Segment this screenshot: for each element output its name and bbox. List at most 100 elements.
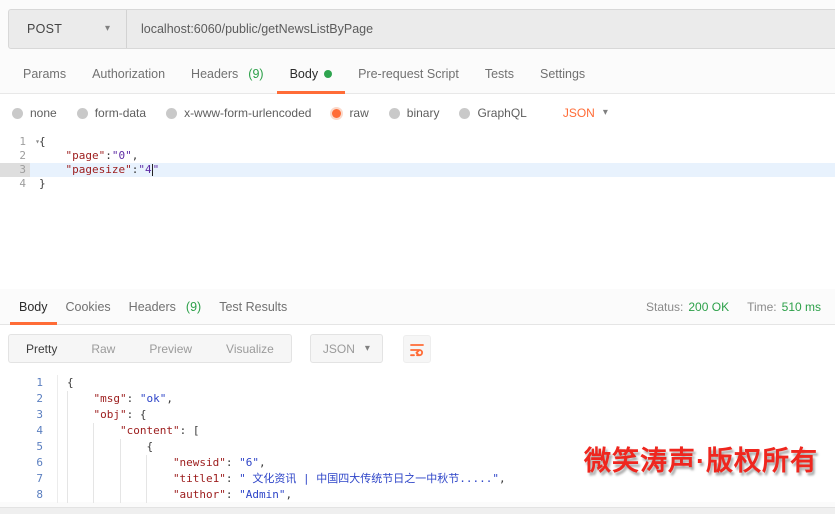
code-line[interactable]: 5{ <box>0 439 835 455</box>
code-token: " <box>152 163 160 176</box>
response-toolbar: Pretty Raw Preview Visualize JSON ▾ <box>0 325 835 372</box>
code-content: } <box>30 177 835 191</box>
headers-count: (9) <box>248 67 264 81</box>
indent-guide <box>146 455 172 471</box>
seg-label: Preview <box>149 341 193 356</box>
code-content: "title1": " 文化资讯 | 中国四大传统节日之一中秋节.....", <box>58 471 835 487</box>
code-token: "ok" <box>139 392 167 405</box>
tab-settings[interactable]: Settings <box>527 55 598 93</box>
code-token: "6" <box>239 456 260 469</box>
response-meta: Status: 200 OK Time: 510 ms <box>646 289 835 324</box>
code-line[interactable]: 6 "newsid": "6", <box>0 455 835 471</box>
code-content: { <box>30 135 835 149</box>
view-tab-raw[interactable]: Raw <box>74 335 132 362</box>
mode-none[interactable]: none <box>12 106 57 120</box>
method-dropdown[interactable]: POST ▾ <box>9 10 127 48</box>
radio-icon <box>12 107 23 119</box>
line-number: 6 <box>0 455 58 471</box>
code-line[interactable]: 4} <box>0 177 835 191</box>
mode-x-www-form-urlencoded[interactable]: x-www-form-urlencoded <box>166 106 311 120</box>
wrap-text-icon <box>410 343 424 356</box>
tab-tests[interactable]: Tests <box>472 55 527 93</box>
view-tab-visualize[interactable]: Visualize <box>209 335 291 362</box>
code-token: : <box>225 488 240 501</box>
code-content: "author": "Admin", <box>58 487 835 503</box>
chevron-down-icon: ▾ <box>364 342 370 354</box>
fold-arrow-icon[interactable]: ▾ <box>35 135 40 149</box>
response-tab-body[interactable]: Body <box>10 289 57 325</box>
code-content: { <box>58 439 835 455</box>
tab-pre-request-script[interactable]: Pre-request Script <box>345 55 472 93</box>
code-content: "newsid": "6", <box>58 455 835 471</box>
indent-guide <box>93 471 119 487</box>
response-tab-headers[interactable]: Headers (9) <box>120 289 211 324</box>
response-format-dropdown[interactable]: JSON ▾ <box>309 334 383 363</box>
time-value: 510 ms <box>781 299 821 314</box>
radio-selected-icon <box>332 108 342 118</box>
indent-guide <box>67 391 93 407</box>
code-line[interactable]: 2 "msg": "ok", <box>0 391 835 407</box>
url-input[interactable]: localhost:6060/public/getNewsListByPage <box>127 10 835 48</box>
mode-raw[interactable]: raw <box>331 106 369 120</box>
line-number: 3 <box>0 163 30 177</box>
mode-label: none <box>30 106 57 120</box>
code-token: : { <box>126 408 147 421</box>
code-token: , <box>259 456 266 469</box>
tab-label: Test Results <box>219 299 288 314</box>
mode-label: raw <box>349 106 369 120</box>
code-line[interactable]: 1 ▾{ <box>0 135 835 149</box>
line-number: 3 <box>0 407 58 423</box>
response-tab-cookies[interactable]: Cookies <box>57 289 120 324</box>
response-header: Body Cookies Headers (9) Test Results Sta… <box>0 289 835 325</box>
chevron-down-icon: ▾ <box>602 107 608 118</box>
chevron-down-icon: ▾ <box>104 23 110 34</box>
code-line[interactable]: 1{ <box>0 375 835 391</box>
time-label: Time: <box>747 299 777 314</box>
mode-form-data[interactable]: form-data <box>76 106 146 120</box>
mode-graphql[interactable]: GraphQL <box>459 106 527 120</box>
tab-authorization[interactable]: Authorization <box>79 55 178 93</box>
mode-label: x-www-form-urlencoded <box>184 106 312 120</box>
indent-guide <box>67 471 93 487</box>
code-token: , <box>499 472 506 485</box>
line-number: 8 <box>0 487 58 503</box>
tab-body[interactable]: Body <box>276 55 346 94</box>
radio-icon <box>388 107 400 119</box>
body-mode-row: none form-data x-www-form-urlencoded raw… <box>0 94 835 132</box>
view-tab-preview[interactable]: Preview <box>132 335 209 362</box>
indent-guide <box>119 455 146 471</box>
tab-headers[interactable]: Headers (9) <box>178 55 277 93</box>
mode-binary[interactable]: binary <box>388 106 439 120</box>
tab-label: Headers <box>191 67 239 81</box>
code-line[interactable]: 3 "obj": { <box>0 407 835 423</box>
code-content: "page": "0", <box>30 149 835 163</box>
raw-format-dropdown[interactable]: JSON ▾ <box>563 106 608 120</box>
code-line[interactable]: 3 "pagesize": "4 " <box>0 163 835 177</box>
body-modified-dot-icon <box>324 70 333 78</box>
code-token: , <box>166 392 173 405</box>
code-line[interactable]: 2 "page": "0", <box>0 149 835 163</box>
status-pair: Status: 200 OK <box>646 300 729 314</box>
view-tab-pretty[interactable]: Pretty <box>9 335 74 362</box>
indent-guide <box>93 439 119 455</box>
wrap-text-button[interactable] <box>402 334 431 363</box>
code-token: } <box>39 177 46 190</box>
tab-label: Settings <box>540 67 586 81</box>
response-body-editor[interactable]: 1{2 "msg": "ok", 3 "obj": {4 "content": [5{6… <box>0 372 835 503</box>
code-token: : <box>131 163 139 176</box>
code-token: : <box>126 392 140 405</box>
code-token: : <box>105 149 112 162</box>
tab-params[interactable]: Params <box>10 55 79 93</box>
code-line[interactable]: 8 "author": "Admin", <box>0 487 835 503</box>
code-token: "page" <box>65 149 106 162</box>
indent-guide <box>67 439 93 455</box>
code-content: "obj": { <box>58 407 835 423</box>
code-token: , <box>131 149 139 162</box>
horizontal-scrollbar[interactable] <box>0 507 835 514</box>
tab-label: Body <box>19 299 48 314</box>
request-body-editor[interactable]: 1 ▾{2 "page": "0", 3 "pagesize": "4 " 4} <box>0 132 835 289</box>
url-text: localhost:6060/public/getNewsListByPage <box>141 22 374 36</box>
response-tab-test-results[interactable]: Test Results <box>210 289 296 324</box>
code-line[interactable]: 7 "title1": " 文化资讯 | 中国四大传统节日之一中秋节.....", <box>0 471 835 487</box>
code-line[interactable]: 4 "content": [ <box>0 423 835 439</box>
